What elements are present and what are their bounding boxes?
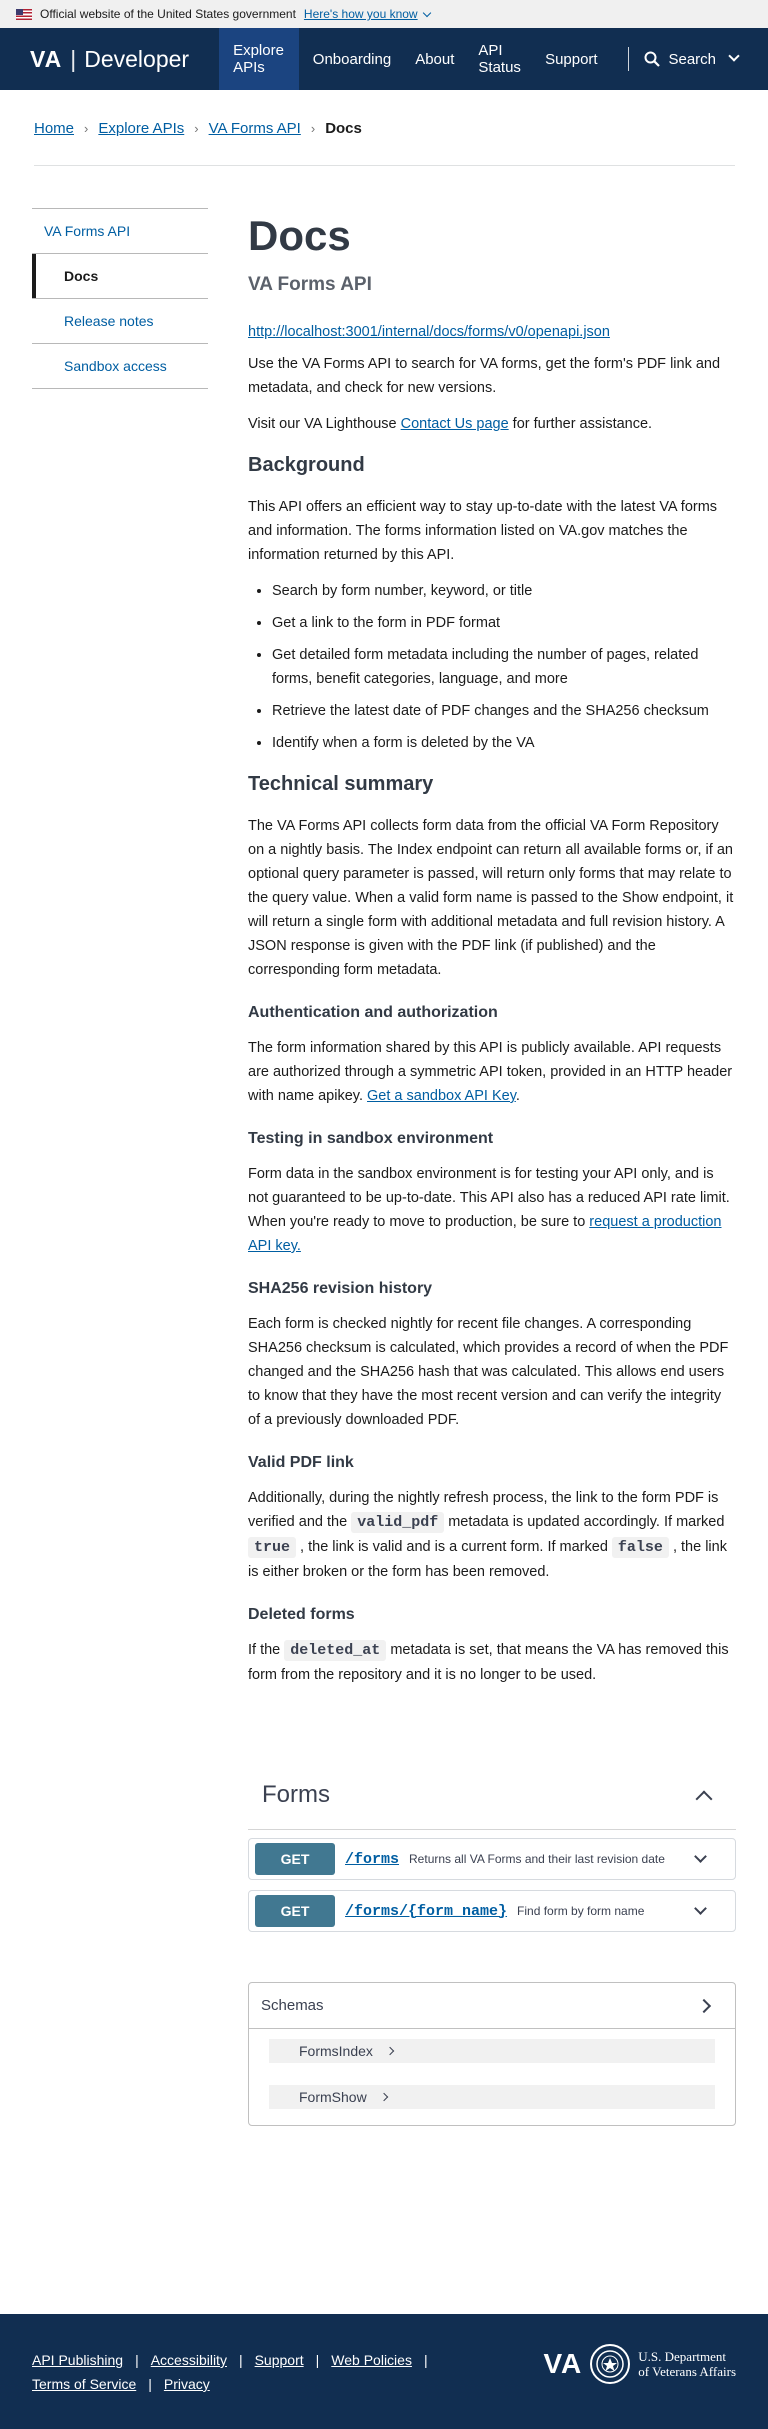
- openapi-spec-link[interactable]: http://localhost:3001/internal/docs/form…: [248, 324, 736, 340]
- schema-name: FormShow: [299, 2089, 367, 2105]
- sandbox-api-key-link[interactable]: Get a sandbox API Key: [367, 1088, 516, 1104]
- breadcrumb-divider: [34, 165, 735, 166]
- breadcrumb-current: Docs: [325, 120, 362, 137]
- schema-name: FormsIndex: [299, 2043, 373, 2059]
- nav-api-status[interactable]: API Status: [468, 28, 531, 90]
- sidebar-item-docs[interactable]: Docs: [32, 254, 208, 299]
- sidebar-item-release-notes[interactable]: Release notes: [32, 299, 208, 344]
- main-nav: Explore APIs Onboarding About API Status…: [219, 28, 612, 90]
- schema-forms-index[interactable]: FormsIndex: [269, 2039, 715, 2063]
- api-subtitle: VA Forms API: [248, 274, 372, 295]
- sandbox-heading: Testing in sandbox environment: [248, 1130, 494, 1147]
- footer-links: API Publishing | Accessibility | Support | Web…: [32, 2352, 428, 2392]
- nav-explore-apis[interactable]: Explore APIs: [219, 28, 299, 90]
- footer-link-privacy[interactable]: Privacy: [164, 2376, 210, 2392]
- breadcrumb-va-forms-api[interactable]: VA Forms API: [209, 120, 301, 137]
- gov-banner-text: Official website of the United States go…: [40, 7, 296, 21]
- breadcrumb-explore-apis[interactable]: Explore APIs: [98, 120, 184, 137]
- sandbox-text: Form data in the sandbox environment is …: [248, 1166, 730, 1254]
- chevron-up-icon: [695, 1790, 713, 1807]
- operation-path[interactable]: /forms/{form_name}: [345, 1903, 507, 1920]
- feature-list: Search by form number, keyword, or title…: [248, 579, 736, 755]
- list-item: Identify when a form is deleted by the V…: [272, 731, 736, 755]
- schemas-section: Schemas FormsIndex FormShow: [248, 1982, 736, 2126]
- operation-get-forms[interactable]: GET /forms Returns all VA Forms and thei…: [248, 1838, 736, 1880]
- va-seal-icon: [590, 2344, 631, 2384]
- code-valid-pdf: valid_pdf: [351, 1512, 445, 1533]
- official-gov-banner: Official website of the United States go…: [0, 0, 768, 28]
- breadcrumb-separator: ›: [194, 121, 199, 136]
- site-footer: API Publishing | Accessibility | Support | Web…: [0, 2314, 768, 2429]
- footer-link-accessibility[interactable]: Accessibility: [151, 2352, 227, 2368]
- footer-link-api-publishing[interactable]: API Publishing: [32, 2352, 123, 2368]
- heres-how-you-know-link[interactable]: Here's how you know: [304, 7, 431, 21]
- valid-pdf-text: Additionally, during the nightly refresh…: [248, 1490, 727, 1580]
- chevron-down-icon: [728, 50, 740, 62]
- method-badge: GET: [255, 1895, 335, 1927]
- footer-link-support[interactable]: Support: [255, 2352, 304, 2368]
- sha256-heading: SHA256 revision history: [248, 1280, 433, 1297]
- list-item: Search by form number, keyword, or title: [272, 579, 736, 603]
- forms-tag-title: Forms: [262, 1780, 330, 1808]
- nav-about[interactable]: About: [405, 28, 464, 90]
- chevron-right-icon: [696, 1998, 712, 2013]
- dept-name: U.S. Department of Veterans Affairs: [638, 2349, 736, 2379]
- list-item: Retrieve the latest date of PDF changes …: [272, 699, 736, 723]
- contact-paragraph: Visit our VA Lighthouse Contact Us page …: [248, 416, 653, 432]
- operation-summary: Returns all VA Forms and their last revi…: [409, 1852, 665, 1866]
- auth-heading: Authentication and authorization: [248, 1004, 498, 1021]
- search-button[interactable]: Search: [644, 50, 740, 68]
- main-content: Docs VA Forms API http://localhost:3001/…: [248, 210, 736, 1699]
- technical-summary-text: The VA Forms API collects form data from…: [248, 818, 734, 978]
- us-flag-icon: [16, 8, 32, 20]
- chevron-right-icon: [385, 2046, 395, 2056]
- forms-tag-header[interactable]: Forms: [248, 1760, 736, 1830]
- method-badge: GET: [255, 1843, 335, 1875]
- schemas-title: Schemas: [261, 1997, 324, 2014]
- background-text: This API offers an efficient way to stay…: [248, 499, 718, 563]
- code-false: false: [611, 1537, 669, 1558]
- list-item: Get a link to the form in PDF format: [272, 611, 736, 635]
- sidebar-item-va-forms-api[interactable]: VA Forms API: [32, 209, 208, 254]
- valid-pdf-heading: Valid PDF link: [248, 1454, 354, 1471]
- sidebar-nav: VA Forms API Docs Release notes Sandbox …: [32, 208, 208, 389]
- operation-summary: Find form by form name: [517, 1904, 645, 1918]
- sidebar-item-sandbox-access[interactable]: Sandbox access: [32, 344, 208, 389]
- chevron-down-icon: [694, 1901, 707, 1915]
- nav-divider: [627, 47, 629, 71]
- chevron-right-icon: [379, 2092, 388, 2102]
- breadcrumb-separator: ›: [310, 121, 316, 136]
- va-developer-logo[interactable]: VA | Developer: [30, 46, 189, 73]
- code-true: true: [248, 1537, 297, 1558]
- nav-onboarding[interactable]: Onboarding: [303, 28, 401, 90]
- swagger-ui: Forms GET /forms Returns all VA Forms an…: [248, 1760, 736, 2126]
- schemas-header[interactable]: Schemas: [249, 1983, 735, 2029]
- search-icon: [644, 51, 661, 67]
- code-deleted-at: deleted_at: [284, 1640, 387, 1661]
- footer-link-terms-of-service[interactable]: Terms of Service: [32, 2376, 136, 2392]
- background-heading: Background: [248, 454, 365, 476]
- deleted-forms-text: If the deleted_at metadata is set, that …: [248, 1640, 729, 1683]
- technical-summary-heading: Technical summary: [248, 773, 434, 795]
- list-item: Get detailed form metadata including the…: [272, 643, 736, 691]
- deleted-forms-heading: Deleted forms: [248, 1606, 355, 1623]
- nav-support[interactable]: Support: [535, 28, 608, 90]
- contact-us-link[interactable]: Contact Us page: [401, 416, 509, 432]
- chevron-down-icon: [422, 8, 431, 18]
- va-footer-logo[interactable]: VA U.S. Department of Veterans Affairs: [543, 2344, 736, 2384]
- breadcrumb-home[interactable]: Home: [34, 120, 74, 137]
- sha256-text: Each form is checked nightly for recent …: [248, 1316, 729, 1428]
- chevron-down-icon: [694, 1849, 707, 1863]
- breadcrumb-separator: ›: [84, 121, 89, 136]
- schema-form-show[interactable]: FormShow: [269, 2085, 715, 2109]
- page-title: Docs: [248, 212, 351, 259]
- footer-link-web-policies[interactable]: Web Policies: [331, 2352, 412, 2368]
- auth-text: The form information shared by this API …: [248, 1040, 733, 1104]
- site-header: VA | Developer Explore APIs Onboarding A…: [0, 28, 768, 90]
- operation-get-form-by-name[interactable]: GET /forms/{form_name} Find form by form…: [248, 1890, 736, 1932]
- breadcrumb: Home › Explore APIs › VA Forms API › Doc…: [34, 120, 362, 137]
- search-label: Search: [668, 50, 716, 68]
- intro-text: Use the VA Forms API to search for VA fo…: [248, 356, 721, 396]
- operation-path[interactable]: /forms: [345, 1851, 399, 1868]
